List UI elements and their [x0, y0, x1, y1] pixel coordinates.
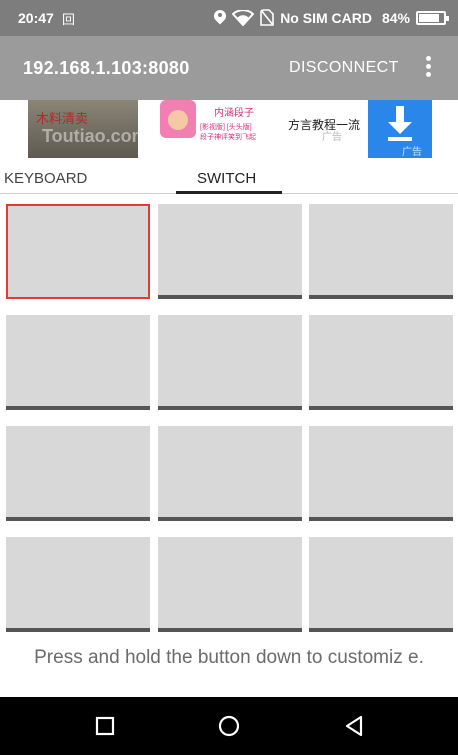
app-screen: 20:47 回 No SIM CARD 84% 192.168.1.103:80… [0, 0, 458, 755]
switch-button[interactable] [309, 204, 453, 299]
ad-promo-title: 内涵段子 [214, 108, 254, 119]
back-triangle-icon[interactable] [342, 713, 368, 739]
ad-photo-text: 木料清卖 [36, 112, 89, 127]
ad-avatar-icon [160, 100, 196, 138]
ad-download-button[interactable]: 广告 [368, 100, 432, 158]
app-bar: 192.168.1.103:8080 DISCONNECT [0, 36, 458, 100]
switch-button[interactable] [158, 537, 302, 632]
tab-keyboard[interactable]: KEYBOARD [4, 170, 87, 187]
tab-switch[interactable]: SWITCH [197, 170, 256, 187]
navigation-bar [0, 697, 458, 755]
home-circle-icon[interactable] [216, 713, 242, 739]
clock: 20:47 [18, 10, 54, 26]
switch-button[interactable] [309, 537, 453, 632]
ad-promo-sub: [影视版] [头头版] 段子神评笑到飞起 [200, 124, 256, 141]
ad-label-2: 广告 [402, 147, 422, 158]
switch-grid [0, 195, 458, 643]
switch-button[interactable] [158, 315, 302, 410]
battery-percent: 84% [381, 9, 410, 26]
no-sim-icon [260, 9, 274, 26]
tab-indicator [176, 191, 282, 194]
switch-button[interactable] [6, 315, 150, 410]
ad-banner[interactable]: 木料清卖 Toutiao.com 内涵段子 [影视版] [头头版] 段子神评笑到飞… [28, 100, 432, 158]
status-icons: No SIM CARD 84% [214, 9, 449, 26]
switch-button[interactable] [309, 426, 453, 521]
disconnect-button[interactable]: DISCONNECT [289, 59, 399, 77]
switch-button[interactable] [309, 315, 453, 410]
switch-button[interactable] [6, 426, 150, 521]
customize-hint: Press and hold the button down to custom… [34, 647, 424, 668]
wifi-icon [232, 9, 255, 26]
switch-button[interactable] [158, 426, 302, 521]
location-pin-icon [214, 10, 226, 26]
switch-button[interactable] [6, 537, 150, 632]
switch-button[interactable] [158, 204, 302, 299]
connection-address: 192.168.1.103:8080 [23, 58, 190, 78]
ad-label: 广告 [322, 132, 342, 143]
recents-square-icon[interactable] [92, 713, 118, 739]
gallery-notification-icon: 回 [62, 12, 76, 27]
ad-watermark: Toutiao.com [42, 126, 148, 146]
battery-icon [416, 10, 449, 25]
sim-status-text: No SIM CARD [280, 9, 372, 26]
mode-tabs: KEYBOARD SWITCH [0, 158, 458, 194]
switch-button[interactable] [6, 204, 150, 299]
status-bar: 20:47 回 No SIM CARD 84% [0, 0, 458, 36]
download-icon [388, 106, 412, 141]
more-vert-icon[interactable] [421, 56, 435, 80]
ad-photo: 木料清卖 Toutiao.com [28, 100, 148, 158]
